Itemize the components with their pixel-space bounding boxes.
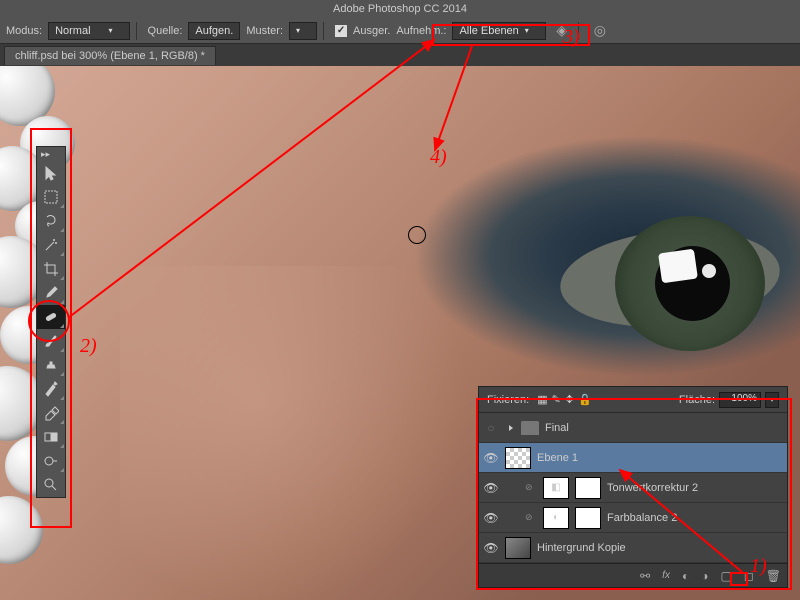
zoom-tool[interactable] xyxy=(37,473,65,497)
modus-label: Modus: xyxy=(6,25,42,37)
layer-thumbnail[interactable] xyxy=(505,537,531,559)
visibility-icon[interactable]: 👁 xyxy=(483,510,499,526)
quelle-muster-label: Muster: xyxy=(246,25,283,37)
adjustment-icon[interactable]: ◑ xyxy=(701,569,708,583)
document-tab-bar: chliff.psd bei 300% (Ebene 1, RGB/8) * xyxy=(0,44,800,66)
delete-icon[interactable]: 🗑 xyxy=(766,569,781,583)
lock-all-icon[interactable]: 🔒 xyxy=(578,393,592,406)
flaeche-input[interactable]: 100% xyxy=(719,392,761,408)
pressure-icon[interactable]: ◎ xyxy=(590,21,610,41)
fx-icon[interactable]: fx xyxy=(662,570,670,581)
adjustment-thumbnail[interactable]: ◧ xyxy=(543,477,569,499)
brush-tool[interactable] xyxy=(37,329,65,353)
document-tab[interactable]: chliff.psd bei 300% (Ebene 1, RGB/8) * xyxy=(4,46,216,65)
link-layers-icon[interactable]: ⚯ xyxy=(640,569,650,583)
layers-panel: Fixieren: ▦ ✎ ✥ 🔒 Fläche: 100% ▾ ○ Final… xyxy=(478,386,788,588)
visibility-icon[interactable]: ○ xyxy=(483,420,499,436)
layer-name[interactable]: Tonwertkorrektur 2 xyxy=(607,482,698,494)
layer-name[interactable]: Farbbalance 2 xyxy=(607,512,677,524)
ausger-label: Ausger. xyxy=(353,25,390,37)
options-bar: Modus: Normal▾ Quelle: Aufgen. Muster: ▾… xyxy=(0,18,800,44)
dodge-tool[interactable] xyxy=(37,449,65,473)
adjustment-thumbnail[interactable]: ◐ xyxy=(543,507,569,529)
layer-tonwert[interactable]: 👁 ⊘ ◧ Tonwertkorrektur 2 xyxy=(479,473,787,503)
lasso-tool[interactable] xyxy=(37,209,65,233)
group-icon[interactable]: ▢ xyxy=(720,569,731,583)
ignore-adjustments-icon[interactable]: ◈ xyxy=(552,21,572,41)
layer-ebene1[interactable]: 👁 Ebene 1 xyxy=(479,443,787,473)
visibility-icon[interactable]: 👁 xyxy=(483,540,499,556)
layer-farbbalance[interactable]: 👁 ⊘ ◐ Farbbalance 2 xyxy=(479,503,787,533)
layer-group-final[interactable]: ○ Final xyxy=(479,413,787,443)
history-brush-tool[interactable] xyxy=(37,377,65,401)
ausger-checkbox[interactable]: ✓ xyxy=(335,25,347,37)
quelle-aufgen-button[interactable]: Aufgen. xyxy=(188,22,240,40)
layer-name[interactable]: Hintergrund Kopie xyxy=(537,542,626,554)
eraser-tool[interactable] xyxy=(37,401,65,425)
quelle-label: Quelle: xyxy=(148,25,183,37)
marquee-tool[interactable] xyxy=(37,185,65,209)
visibility-icon[interactable]: 👁 xyxy=(483,450,499,466)
folder-icon xyxy=(521,421,539,435)
toolbox-collapse[interactable]: ▸▸ xyxy=(37,147,65,161)
link-icon[interactable]: ⊘ xyxy=(525,512,537,523)
crop-tool[interactable] xyxy=(37,257,65,281)
link-icon[interactable]: ⊘ xyxy=(525,482,537,493)
gradient-tool[interactable] xyxy=(37,425,65,449)
aufnehm-label: Aufnehm.: xyxy=(396,25,446,37)
layers-header: Fixieren: ▦ ✎ ✥ 🔒 Fläche: 100% ▾ xyxy=(479,387,787,413)
fixieren-label: Fixieren: xyxy=(487,394,529,406)
lock-brush-icon[interactable]: ✎ xyxy=(552,393,561,406)
flaeche-label: Fläche: xyxy=(679,394,715,406)
flaeche-dropdown[interactable]: ▾ xyxy=(765,392,779,408)
clone-stamp-tool[interactable] xyxy=(37,353,65,377)
move-tool[interactable] xyxy=(37,161,65,185)
layer-name[interactable]: Final xyxy=(545,422,569,434)
mask-icon[interactable]: ◐ xyxy=(682,569,689,583)
lock-move-icon[interactable]: ✥ xyxy=(565,393,574,406)
toolbox: ▸▸ xyxy=(36,146,66,498)
disclosure-icon[interactable] xyxy=(509,425,513,431)
layer-mask[interactable] xyxy=(575,477,601,499)
eyedropper-tool[interactable] xyxy=(37,281,65,305)
healing-brush-tool[interactable] xyxy=(37,305,65,329)
title-bar: Adobe Photoshop CC 2014 xyxy=(0,0,800,18)
layer-hintergrund[interactable]: 👁 Hintergrund Kopie xyxy=(479,533,787,563)
modus-select[interactable]: Normal▾ xyxy=(48,22,129,40)
visibility-icon[interactable]: 👁 xyxy=(483,480,499,496)
lock-trans-icon[interactable]: ▦ xyxy=(537,393,547,406)
aufnehm-select[interactable]: Alle Ebenen▾ xyxy=(452,22,545,40)
layer-name[interactable]: Ebene 1 xyxy=(537,452,578,464)
layer-mask[interactable] xyxy=(575,507,601,529)
muster-select[interactable]: ▾ xyxy=(289,22,317,40)
layer-thumbnail[interactable] xyxy=(505,447,531,469)
brush-cursor xyxy=(408,226,426,244)
wand-tool[interactable] xyxy=(37,233,65,257)
new-layer-icon[interactable]: ◻ xyxy=(744,569,754,583)
layers-footer: ⚯ fx ◐ ◑ ▢ ◻ 🗑 xyxy=(479,563,787,587)
